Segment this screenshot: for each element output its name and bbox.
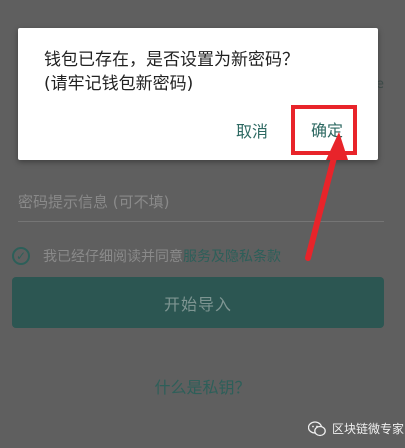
watermark-text: 区块链微专家 [332, 422, 405, 436]
cancel-button[interactable]: 取消 [236, 118, 268, 142]
start-import-button[interactable]: 开始导入 [12, 277, 384, 328]
dialog-message-line1: 钱包已存在，是否设置为新密码？ [44, 50, 299, 70]
confirm-highlight-box [291, 105, 357, 155]
agree-terms-row[interactable]: ✓ 我已经仔细阅读并同意 服务及隐私条款 [12, 244, 281, 268]
what-is-private-key-link[interactable]: 什么是私钥？ [0, 374, 405, 398]
dialog-message-line2: (请牢记钱包新密码) [44, 74, 194, 94]
password-hint-field[interactable]: 密码提示信息 (可不填) [18, 191, 384, 222]
agree-terms-text: 我已经仔细阅读并同意 [43, 249, 183, 265]
privacy-terms-link[interactable]: 服务及隐私条款 [183, 246, 281, 266]
dialog-message: 钱包已存在，是否设置为新密码？ (请牢记钱包新密码) [44, 48, 364, 96]
wechat-icon [308, 420, 326, 436]
watermark: 区块链微专家 [308, 420, 404, 437]
screen: e 密码提示信息 (可不填) ✓ 我已经仔细阅读并同意 服务及隐私条款 开始导入… [0, 0, 405, 448]
checkmark-circle-icon[interactable]: ✓ [12, 247, 30, 265]
password-hint-placeholder: 密码提示信息 (可不填) [18, 193, 170, 211]
